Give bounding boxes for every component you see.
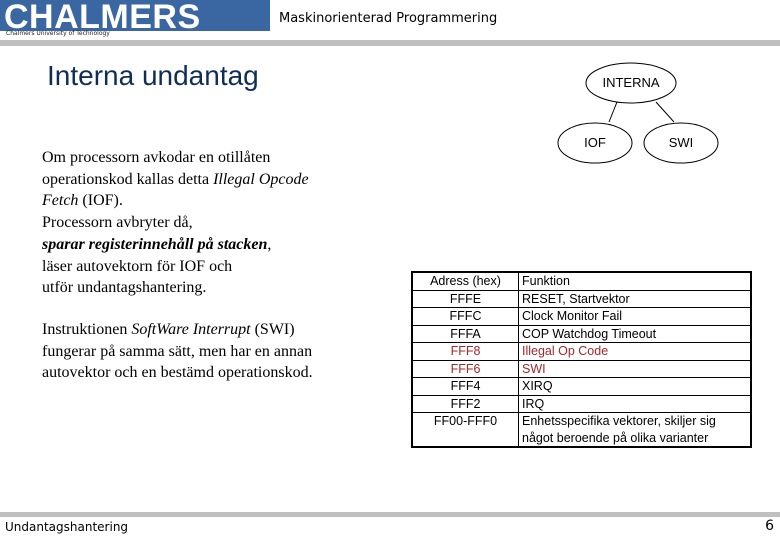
slide-title: Interna undantag (47, 60, 259, 91)
table-row: FFF2 IRQ (411, 394, 752, 413)
address-cell: FFFE (411, 289, 519, 308)
tree-root-label: INTERNA (602, 75, 659, 90)
address-cell: FFFA (411, 324, 519, 343)
term-software-interrupt: SoftWare Interrupt (131, 321, 251, 338)
page-number: 6 (765, 518, 774, 534)
tree-edge-swi (655, 101, 675, 123)
address-cell: FFF4 (411, 377, 519, 396)
header-divider (0, 40, 780, 46)
term-illegal-opcode: Illegal Opcode (213, 170, 309, 188)
table-row: FF00-FFF0 Enhetsspecifika vektorer, skil… (411, 412, 752, 448)
function-cell: XIRQ (518, 377, 752, 396)
address-cell: FF00-FFF0 (411, 412, 519, 448)
swi-paragraph: Instruktionen SoftWare Interrupt (SWI) f… (42, 319, 372, 384)
text-line: Instruktionen (42, 321, 132, 338)
function-cell: Enhetsspecifika vektorer, skiljer sig nå… (518, 412, 752, 448)
table-row-highlighted: FFF6 SWI (411, 359, 752, 378)
text-line: fungerar på samma sätt, men har en annan (42, 342, 313, 360)
logo-subtitle: Chalmers University of Technology (6, 30, 110, 37)
term-fetch: Fetch (42, 192, 79, 210)
table-row-highlighted: FFF8 Illegal Op Code (411, 342, 752, 361)
function-cell: Clock Monitor Fail (518, 307, 752, 326)
text-line: Processorn avbryter då, (42, 214, 193, 232)
address-cell: FFF2 (411, 394, 519, 413)
function-cell: RESET, Startvektor (518, 289, 752, 308)
table-row: FFFA COP Watchdog Timeout (411, 324, 752, 343)
function-cell: IRQ (518, 394, 752, 413)
tree-iof-label: IOF (584, 135, 606, 150)
table-row: FFFC Clock Monitor Fail (411, 307, 752, 326)
address-cell: FFFC (411, 307, 519, 326)
table-header-row: Adress (hex) Funktion (411, 271, 752, 291)
logo-subtitle-strip: Chalmers University of Technology (0, 30, 270, 40)
tree-edge-iof (608, 101, 618, 123)
column-header-address: Adress (hex) (411, 271, 519, 291)
emphasis-save-registers: sparar registerinnehåll på stacken (42, 235, 268, 253)
text-line: operationskod kallas detta (42, 170, 214, 188)
chalmers-logo: CHALMERS Chalmers University of Technolo… (0, 0, 270, 40)
vector-table: Adress (hex) Funktion FFFE RESET, Startv… (411, 271, 752, 448)
function-line: något beroende på olika varianter (522, 430, 709, 445)
exception-tree-diagram: INTERNA IOF SWI (557, 62, 719, 164)
footer-divider (0, 512, 780, 517)
column-header-function: Funktion (518, 271, 752, 291)
tree-swi-label: SWI (669, 135, 694, 150)
text-line: (SWI) (250, 321, 295, 338)
course-title: Maskinorienterad Programmering (279, 11, 498, 26)
text-line: Om processorn avkodar en otillåten (42, 149, 271, 166)
address-cell: FFF8 (411, 342, 519, 361)
text-line: läser autovektorn för IOF och (42, 257, 233, 275)
address-cell: FFF6 (411, 359, 519, 378)
text-line: utför undantagshantering. (42, 279, 207, 297)
table-row: FFF4 XIRQ (411, 377, 752, 396)
footer-section: Undantagshantering (5, 520, 129, 534)
function-cell: SWI (518, 359, 752, 378)
iof-paragraph: Om processorn avkodar en otillåten opera… (42, 147, 372, 299)
function-cell: COP Watchdog Timeout (518, 324, 752, 343)
function-cell: Illegal Op Code (518, 342, 752, 361)
table-row: FFFE RESET, Startvektor (411, 289, 752, 308)
function-line: Enhetsspecifika vektorer, skiljer sig (522, 414, 716, 428)
text-line: autovektor och en bestämd operationskod. (42, 364, 313, 382)
text-line: , (267, 235, 272, 253)
text-line: (IOF). (78, 192, 123, 210)
